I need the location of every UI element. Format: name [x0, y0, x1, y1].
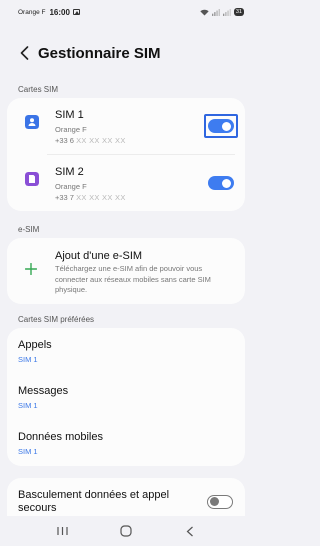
signal-icon	[211, 8, 220, 16]
preferred-messages-label: Messages	[18, 385, 69, 397]
sim-row-1[interactable]: SIM 1 Orange F +33 6 XX XX XX XX	[7, 99, 245, 153]
carrier-name: Orange F	[18, 8, 46, 16]
preferred-calls-row[interactable]: Appels SIM 1	[7, 328, 245, 374]
home-button[interactable]	[116, 521, 136, 541]
app-header: Gestionnaire SIM	[0, 40, 252, 66]
esim-card[interactable]: Ajout d'une e-SIM Téléchargez une e-SIM …	[7, 238, 245, 304]
sim-carrier: Orange F	[55, 125, 87, 134]
sim-2-toggle[interactable]	[208, 176, 234, 190]
gallery-notification-icon	[72, 9, 80, 15]
add-esim-title: Ajout d'une e-SIM	[55, 250, 143, 262]
sim-card-person-icon	[25, 115, 39, 129]
sim-number-mask: XX XX XX XX	[76, 136, 126, 145]
failover-label: Basculement données et appel secours	[18, 489, 170, 514]
sim-name: SIM 1	[55, 109, 84, 121]
recents-icon	[56, 527, 68, 535]
wifi-icon	[200, 9, 209, 15]
section-label-preferred: Cartes SIM préférées	[18, 315, 95, 324]
page-title: Gestionnaire SIM	[38, 44, 161, 62]
back-arrow-icon	[186, 526, 193, 536]
clock: 16:00	[49, 7, 70, 17]
failover-card[interactable]: Basculement données et appel secours	[7, 478, 245, 518]
toggle-knob	[210, 497, 219, 507]
home-icon	[120, 525, 132, 537]
sim-card-icon	[25, 172, 39, 186]
section-label-sim-cards: Cartes SIM	[18, 85, 59, 94]
sim-number: +33 6 XX XX XX XX	[55, 136, 126, 145]
preferred-calls-label: Appels	[18, 339, 52, 351]
sim-row-2[interactable]: SIM 2 Orange F +33 7 XX XX XX XX	[7, 156, 245, 210]
sim-number: +33 7 XX XX XX XX	[55, 193, 126, 202]
signal-icon-sim2	[222, 8, 231, 16]
chevron-left-icon	[20, 46, 28, 60]
battery-indicator: 31	[233, 8, 244, 16]
failover-toggle[interactable]	[207, 495, 233, 509]
sim-number-prefix: +33 6	[55, 136, 74, 145]
preferred-data-label: Données mobiles	[18, 431, 103, 443]
plus-icon	[25, 263, 37, 275]
preferred-sims-card: Appels SIM 1 Messages SIM 1 Données mobi…	[7, 328, 245, 466]
preferred-messages-row[interactable]: Messages SIM 1	[7, 374, 245, 420]
add-esim-description: Téléchargez une e-SIM afin de pouvoir vo…	[55, 264, 211, 294]
toggle-knob	[222, 178, 231, 188]
divider	[47, 154, 235, 155]
sim-cards-card: SIM 1 Orange F +33 6 XX XX XX XX SIM 2 O…	[7, 98, 245, 211]
preferred-calls-value: SIM 1	[18, 355, 38, 364]
preferred-data-value: SIM 1	[18, 447, 38, 456]
preferred-data-row[interactable]: Données mobiles SIM 1	[7, 420, 245, 466]
sim-number-mask: XX XX XX XX	[76, 193, 126, 202]
toggle-knob	[222, 121, 231, 131]
back-nav-button[interactable]	[180, 521, 200, 541]
preferred-messages-value: SIM 1	[18, 401, 38, 410]
sim-number-prefix: +33 7	[55, 193, 74, 202]
recents-button[interactable]	[52, 521, 72, 541]
sim-1-toggle[interactable]	[208, 119, 234, 133]
system-navigation-bar	[0, 516, 252, 546]
status-bar: Orange F 16:00 31	[0, 0, 252, 24]
section-label-esim: e-SIM	[18, 225, 40, 234]
back-button[interactable]	[14, 43, 34, 63]
sim-carrier: Orange F	[55, 182, 87, 191]
sim-name: SIM 2	[55, 166, 84, 178]
